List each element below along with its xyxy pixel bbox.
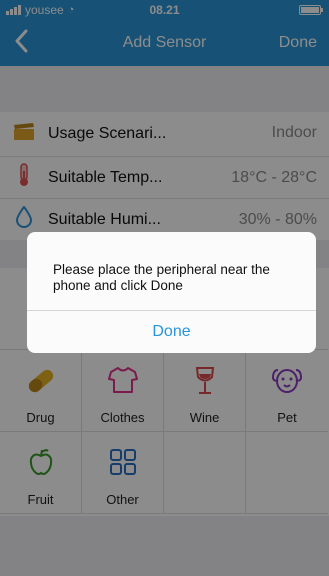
alert-dialog: Please place the peripheral near the pho…	[27, 232, 316, 353]
dialog-done-button[interactable]: Done	[27, 311, 316, 353]
dialog-message: Please place the peripheral near the pho…	[53, 262, 270, 293]
